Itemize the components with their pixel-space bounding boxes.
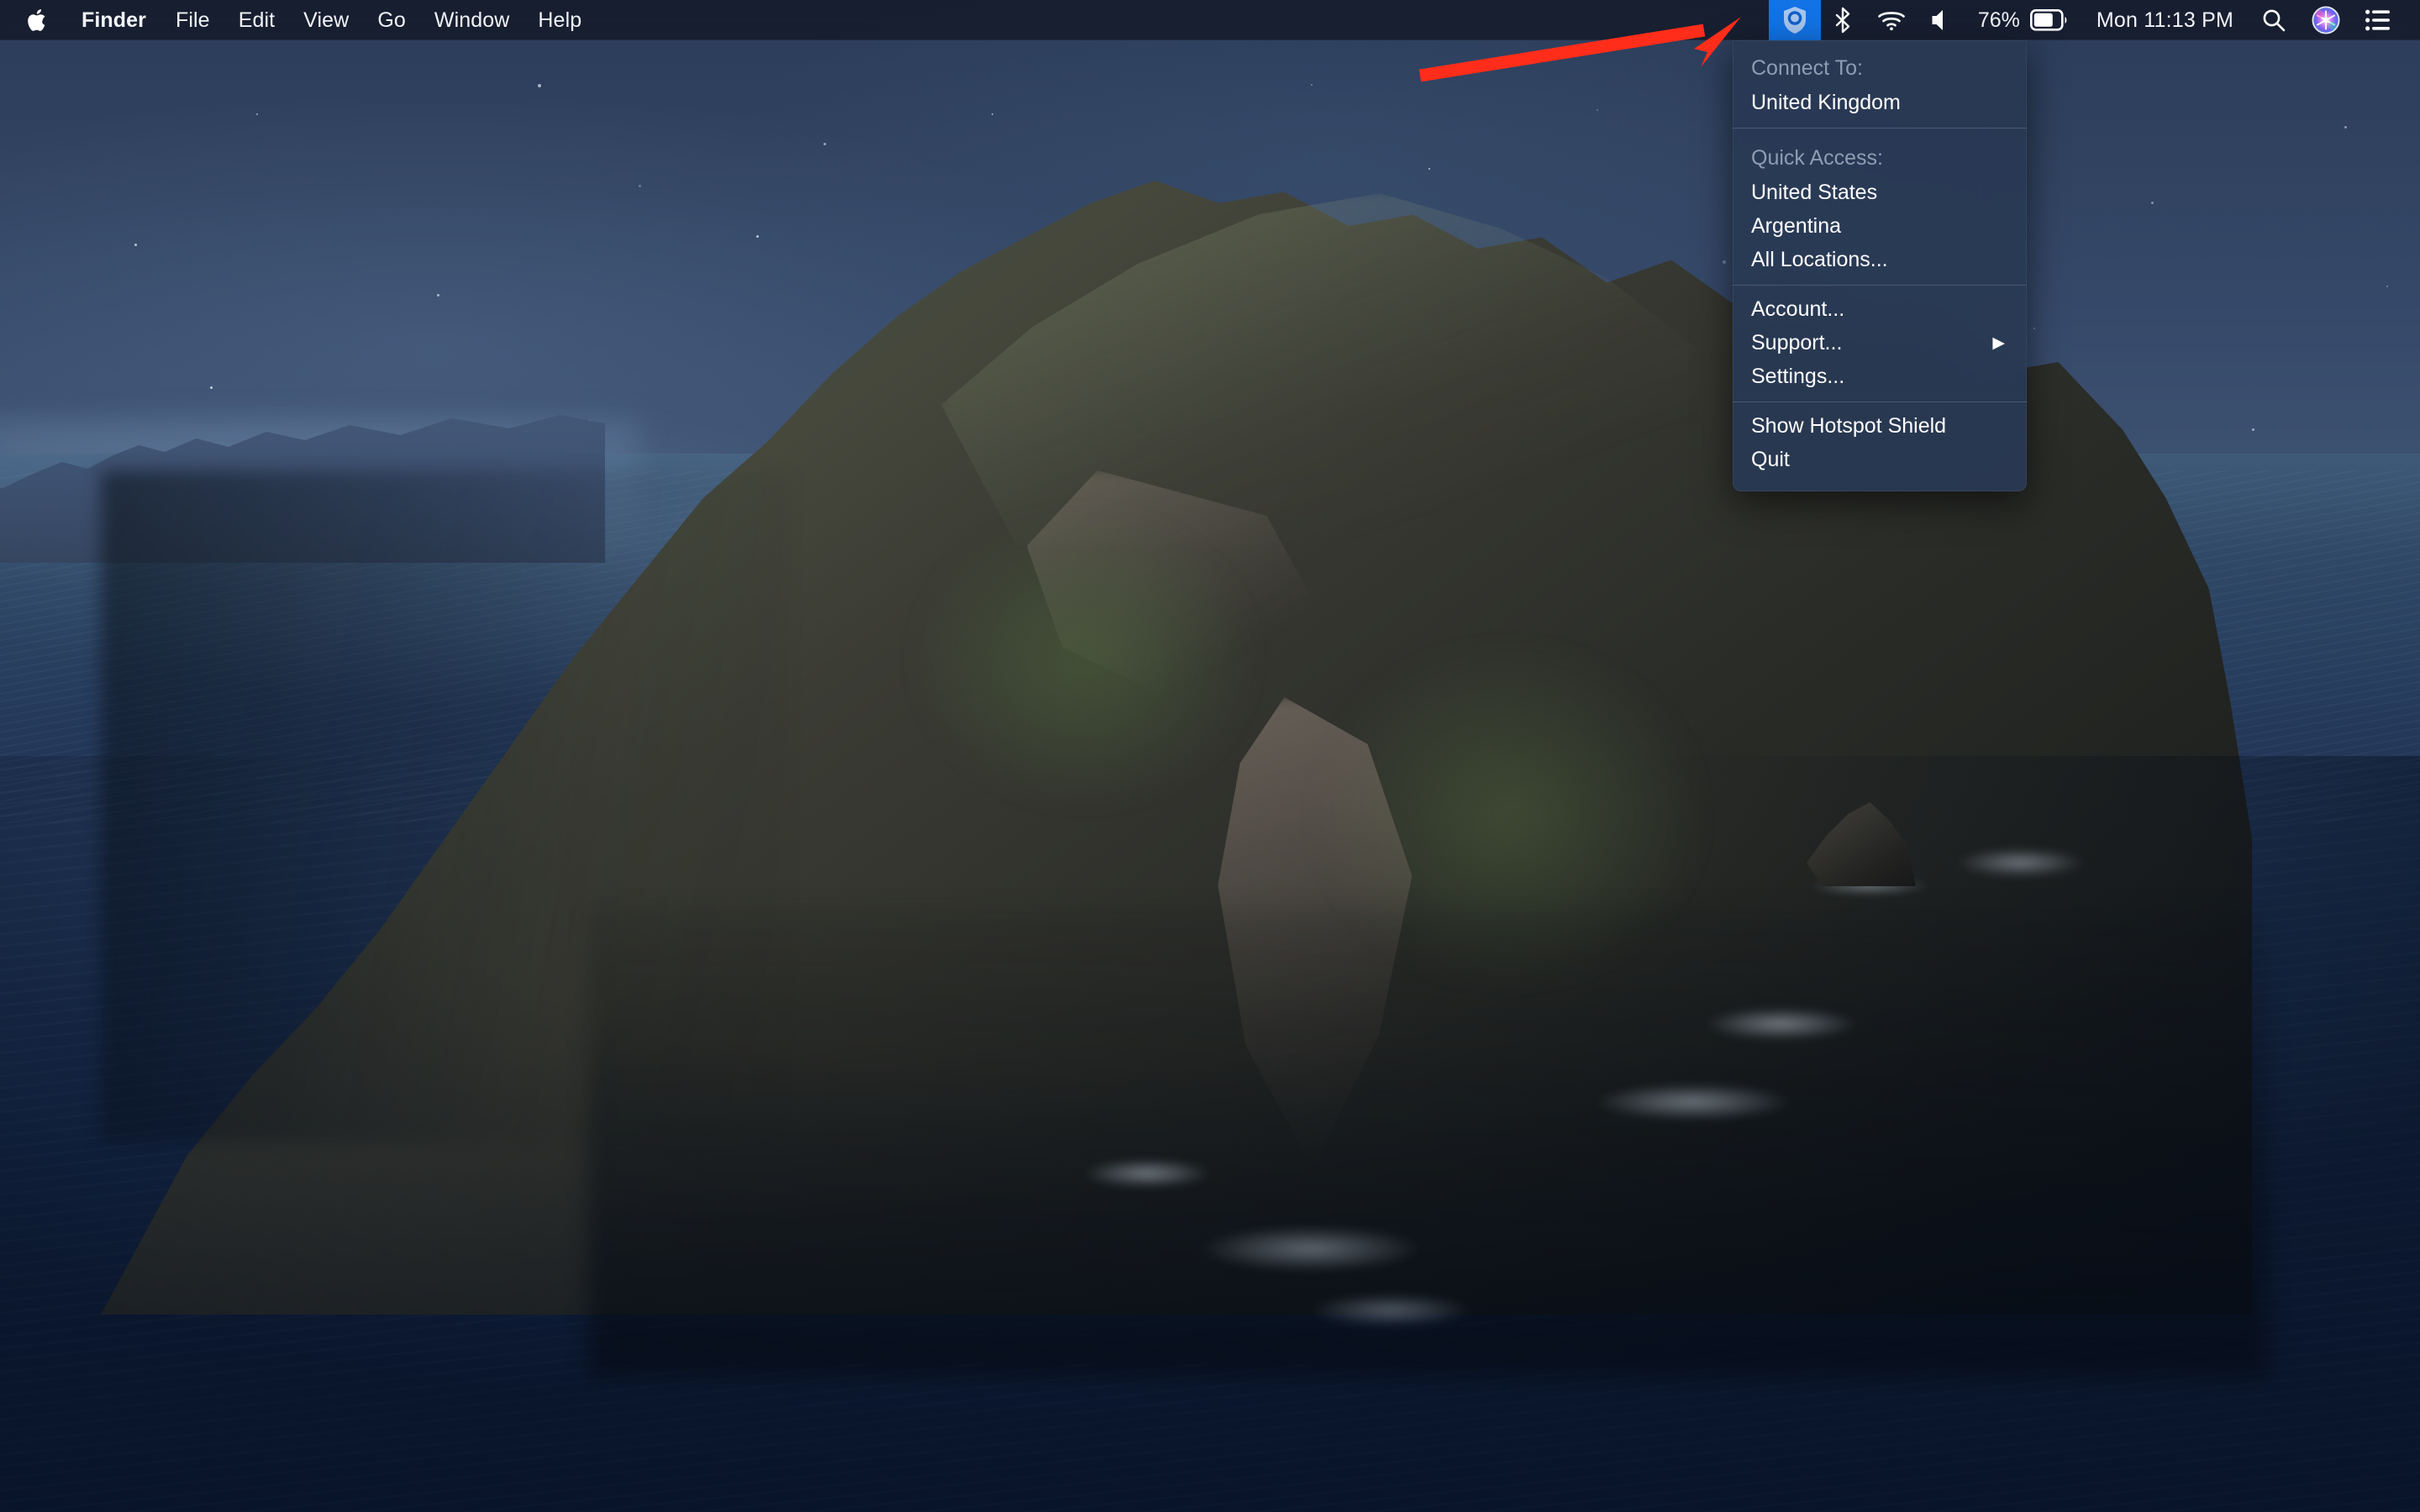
battery-status-item[interactable]: 76% [1965,0,2081,40]
wifi-status-item[interactable] [1865,0,1918,40]
menu-item-support[interactable]: Support... ▶ [1733,326,2027,360]
hotspot-shield-menu-bar-icon[interactable] [1769,0,1821,40]
volume-icon [1931,8,1953,32]
menu-window[interactable]: Window [420,0,524,40]
menu-bar-app-menus: Finder File Edit View Go Window Help [0,0,596,40]
annotation-layer [1412,15,1765,82]
control-center-icon [2365,9,2391,31]
menu-finder[interactable]: Finder [66,0,161,40]
menu-header-quick-access: Quick Access: [1733,135,2027,176]
bluetooth-status-item[interactable] [1821,0,1865,40]
apple-menu[interactable] [18,0,66,40]
menu-item-label: United Kingdom [1751,87,1901,118]
menu-item-settings[interactable]: Settings... [1733,360,2027,393]
menu-item-label: United States [1751,176,1877,208]
apple-logo-icon [27,7,50,34]
menu-file[interactable]: File [161,0,224,40]
menu-go[interactable]: Go [363,0,420,40]
menu-item-account[interactable]: Account... [1733,292,2027,326]
desktop-wallpaper [0,0,2420,1512]
hotspot-shield-dropdown-menu: Connect To: United Kingdom Quick Access:… [1733,40,2027,491]
siri-icon [2312,6,2340,34]
menu-item-quit[interactable]: Quit [1733,443,2027,476]
menu-edit[interactable]: Edit [224,0,289,40]
menu-item-argentina[interactable]: Argentina [1733,209,2027,243]
macos-menu-bar: Finder File Edit View Go Window Help 76%… [0,0,2420,40]
menu-item-label: Support... [1751,327,1842,359]
menu-item-united-kingdom[interactable]: United Kingdom [1733,86,2027,119]
menu-section-account: Account... Support... ▶ Settings... [1733,287,2027,400]
search-icon [2261,8,2286,33]
menu-item-label: All Locations... [1751,244,1888,276]
red-arrow-icon [1412,15,1765,82]
shield-icon [1782,6,1807,34]
battery-percent-label: 76% [1978,8,2020,33]
menu-item-label: Account... [1751,293,1844,325]
menu-bar-clock[interactable]: Mon 11:13 PM [2081,0,2249,40]
menu-item-united-states[interactable]: United States [1733,176,2027,209]
volume-status-item[interactable] [1918,0,1965,40]
menu-section-quick-access: Quick Access: United States Argentina Al… [1733,130,2027,283]
menu-view[interactable]: View [289,0,363,40]
menu-item-label: Quit [1751,444,1790,475]
spotlight-search-button[interactable] [2249,0,2299,40]
menu-section-connect-to: Connect To: United Kingdom [1733,40,2027,126]
bluetooth-icon [1833,7,1852,34]
menu-item-label: Argentina [1751,210,1841,242]
menu-separator [1733,128,2027,129]
menu-help[interactable]: Help [523,0,596,40]
siri-button[interactable] [2299,0,2353,40]
menu-item-label: Settings... [1751,360,1844,392]
menu-section-app: Show Hotspot Shield Quit [1733,404,2027,483]
chevron-right-icon: ▶ [1992,335,2008,351]
battery-icon [2030,9,2069,31]
wallpaper-vignette [0,756,2420,1512]
menu-separator [1733,285,2027,286]
menu-item-label: Show Hotspot Shield [1751,410,1946,442]
control-center-button[interactable] [2353,0,2403,40]
wifi-icon [1877,9,1906,31]
menu-bar-status-items: 76% Mon 11:13 PM [1769,0,2420,40]
menu-item-all-locations[interactable]: All Locations... [1733,243,2027,276]
menu-header-connect-to: Connect To: [1733,45,2027,86]
menu-item-show-hotspot-shield[interactable]: Show Hotspot Shield [1733,409,2027,443]
